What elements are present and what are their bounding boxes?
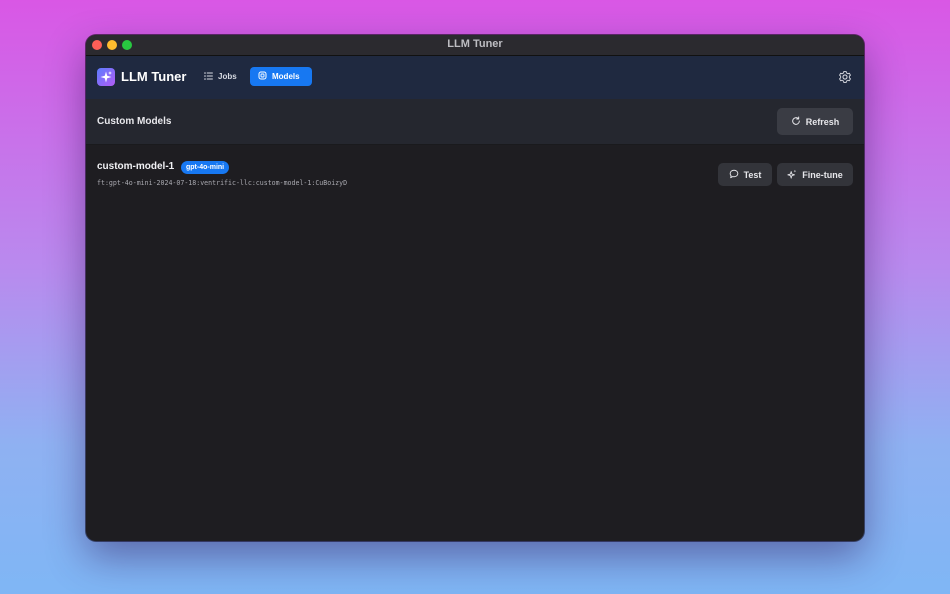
tab-models[interactable]: Models <box>250 67 312 86</box>
test-label: Test <box>743 169 762 180</box>
cube-icon <box>258 71 267 82</box>
app-header: LLM Tuner Jobs Models <box>86 56 864 99</box>
fine-tune-button[interactable]: Fine-tune <box>777 163 853 186</box>
refresh-icon <box>791 116 801 128</box>
fine-tune-label: Fine-tune <box>802 169 843 180</box>
test-button[interactable]: Test <box>718 163 772 186</box>
title-bar[interactable]: LLM Tuner <box>86 35 864 56</box>
model-name: custom-model-1 <box>97 161 175 172</box>
tab-jobs[interactable]: Jobs <box>196 67 245 86</box>
window-title: LLM Tuner <box>447 38 503 50</box>
page-title: Custom Models <box>97 116 172 127</box>
list-item: custom-model-1 gpt-4o-mini ft:gpt-4o-min… <box>86 150 864 196</box>
sparkles-icon <box>97 68 115 86</box>
base-model-badge: gpt-4o-mini <box>181 161 230 174</box>
refresh-label: Refresh <box>805 116 840 127</box>
section-header: Custom Models Refresh <box>86 99 864 145</box>
sparkle-icon <box>787 169 797 181</box>
tab-models-label: Models <box>272 72 300 81</box>
model-id: ft:gpt-4o-mini-2024-07-18:ventrific-llc:… <box>97 179 348 187</box>
gear-icon[interactable] <box>838 70 852 89</box>
chat-bubble-icon <box>729 169 739 181</box>
tab-jobs-label: Jobs <box>218 72 237 81</box>
app-window: LLM Tuner LLM Tuner Jobs Models Custom M… <box>86 35 864 541</box>
app-name: LLM Tuner <box>121 69 187 84</box>
refresh-button[interactable]: Refresh <box>777 108 853 135</box>
list-icon <box>204 71 213 82</box>
